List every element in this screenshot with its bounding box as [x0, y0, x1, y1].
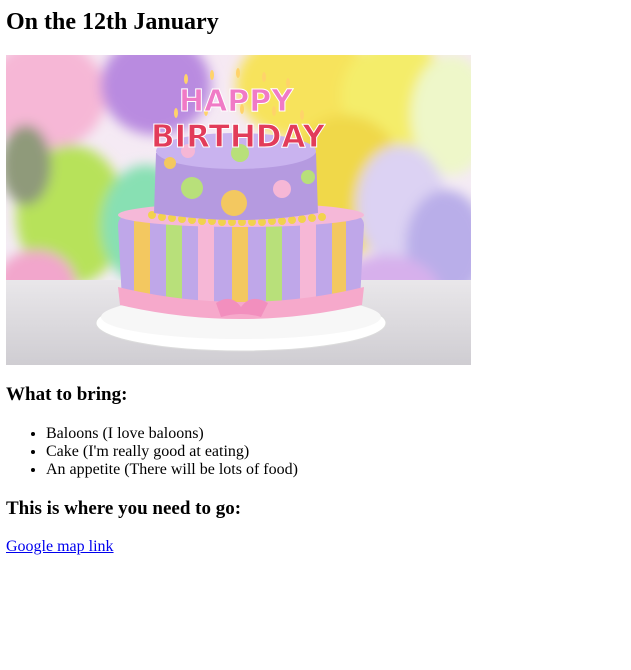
what-to-bring-heading: What to bring: [6, 384, 128, 405]
birthday-cake-illustration: HAPPY BIRTHDAY [6, 55, 471, 365]
bring-list: Baloons (I love baloons) Cake (I'm reall… [6, 425, 298, 479]
list-item: Cake (I'm really good at eating) [46, 443, 298, 461]
list-item: An appetite (There will be lots of food) [46, 461, 298, 479]
topper-happy-text: HAPPY [179, 84, 294, 119]
google-map-link[interactable]: Google map link [6, 538, 114, 556]
topper-birthday-text: BIRTHDAY [151, 119, 325, 155]
page-title: On the 12th January [6, 9, 219, 35]
birthday-cake-image: HAPPY BIRTHDAY [6, 55, 471, 365]
page: On the 12th January HAPPY BIRTHDAY What … [0, 0, 631, 670]
list-item: Baloons (I love baloons) [46, 425, 298, 443]
location-heading: This is where you need to go: [6, 498, 242, 519]
